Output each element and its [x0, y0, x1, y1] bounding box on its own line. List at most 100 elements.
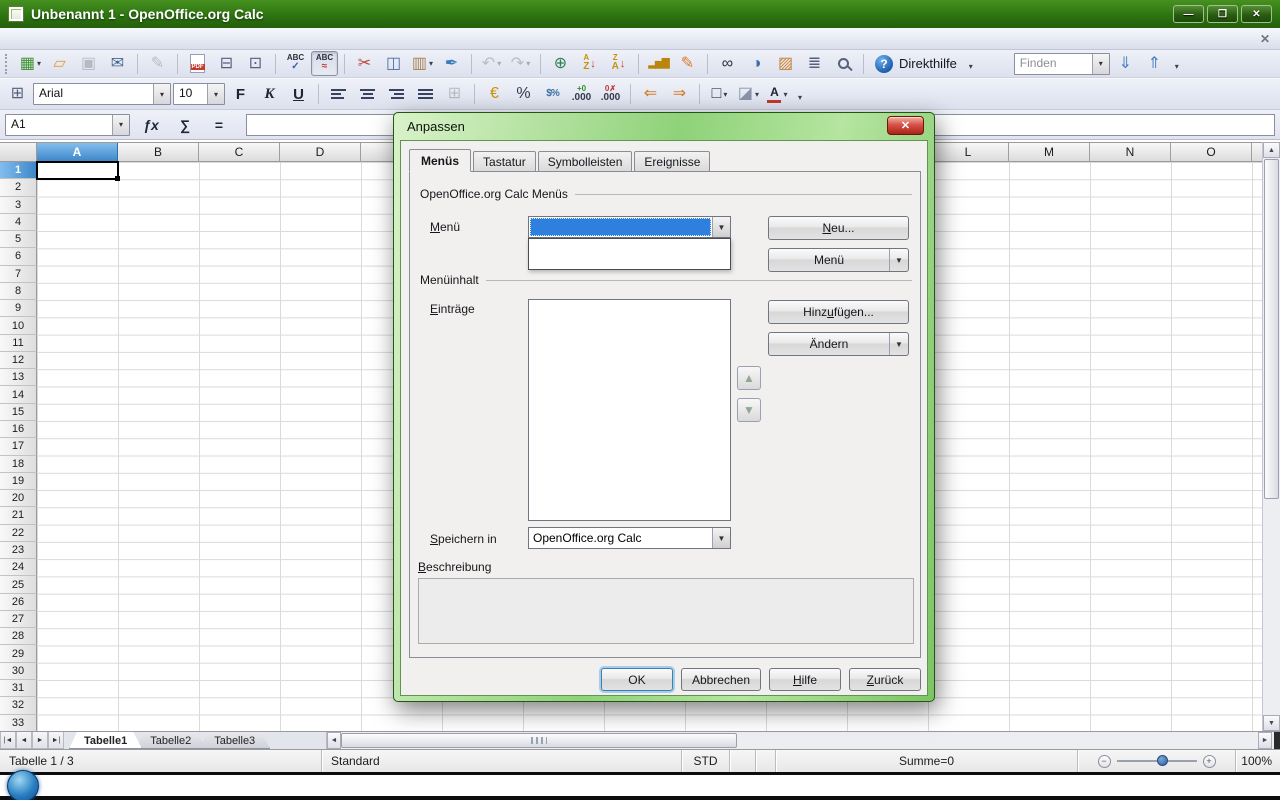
find-input[interactable]: Finden▾	[1014, 53, 1110, 75]
export-pdf-button[interactable]: PDF	[184, 51, 211, 76]
equals-button[interactable]: =	[206, 117, 232, 133]
paste-button[interactable]: ▥▾	[409, 51, 436, 76]
row-header-22[interactable]: 22	[0, 525, 37, 542]
restore-button[interactable]: ❐	[1207, 5, 1238, 23]
first-sheet-button[interactable]: |◄	[0, 732, 16, 749]
delete-decimal-button[interactable]: 0✗.000	[597, 82, 624, 107]
underline-button[interactable]: U	[285, 82, 312, 107]
currency-format-button[interactable]: €	[481, 82, 508, 107]
help-dropdown-button[interactable]: ▾	[964, 52, 978, 75]
horizontal-scrollbar[interactable]: ◄ ►	[326, 732, 1280, 749]
font-size-combo-dropdown-icon[interactable]: ▾	[207, 84, 224, 104]
font-color-button[interactable]: A▾	[764, 82, 791, 107]
row-header-13[interactable]: 13	[0, 369, 37, 386]
row-header-32[interactable]: 32	[0, 697, 37, 714]
scroll-right-icon[interactable]: ►	[1258, 732, 1272, 749]
align-right-button[interactable]	[383, 82, 410, 107]
save-in-combobox[interactable]: OpenOffice.org Calc ▼	[528, 527, 731, 549]
page-style[interactable]: Standard	[322, 750, 682, 772]
menu-actions-button[interactable]: Menü ▼	[768, 248, 909, 272]
row-header-8[interactable]: 8	[0, 283, 37, 300]
italic-button[interactable]: K	[256, 82, 283, 107]
dialog-tab-symbolleisten[interactable]: Symbolleisten	[538, 151, 633, 172]
row-header-27[interactable]: 27	[0, 611, 37, 628]
standard-format-button[interactable]: $%	[539, 82, 566, 107]
row-header-25[interactable]: 25	[0, 576, 37, 593]
modify-dropdown-icon[interactable]: ▼	[889, 333, 908, 355]
close-document-icon[interactable]: ✕	[1260, 32, 1270, 46]
menu-combobox[interactable]: ▼	[528, 216, 731, 238]
sort-ascending-button[interactable]: AZ↓	[576, 51, 603, 76]
new-document-button[interactable]: ▦▾	[17, 51, 44, 76]
scroll-left-icon[interactable]: ◄	[327, 732, 341, 749]
next-sheet-button[interactable]: ►	[32, 732, 48, 749]
decrease-indent-button[interactable]: ⇐	[637, 82, 664, 107]
draw-functions-button[interactable]: ✎	[674, 51, 701, 76]
new-menu-button[interactable]: Neu...	[768, 216, 909, 240]
row-header-12[interactable]: 12	[0, 352, 37, 369]
row-header-23[interactable]: 23	[0, 542, 37, 559]
row-header-9[interactable]: 9	[0, 300, 37, 317]
row-header-4[interactable]: 4	[0, 214, 37, 231]
email-button[interactable]: ✉	[104, 51, 131, 76]
start-button[interactable]	[7, 770, 39, 800]
zoom-in-icon[interactable]: +	[1203, 755, 1216, 768]
help-dialog-button[interactable]: Hilfe	[769, 668, 841, 691]
name-box[interactable]: A1 ▾	[5, 114, 130, 136]
bold-button[interactable]: F	[227, 82, 254, 107]
insert-chart-button[interactable]: ▂▅▇	[645, 51, 672, 76]
scroll-up-icon[interactable]: ▲	[1263, 142, 1280, 158]
menu-combobox-dropdown-icon[interactable]: ▼	[712, 217, 730, 237]
add-button[interactable]: Hinzufügen...	[768, 300, 909, 324]
modify-button[interactable]: Ändern ▼	[768, 332, 909, 356]
entries-listbox[interactable]	[528, 299, 731, 521]
navigator-button[interactable]: ◑	[743, 51, 770, 76]
autospellcheck-button[interactable]: ABC≈	[311, 51, 338, 76]
font-name-combo-dropdown-icon[interactable]: ▾	[153, 84, 170, 104]
dialog-tab-menüs[interactable]: Menüs	[409, 149, 471, 172]
zoom-button[interactable]	[830, 51, 857, 76]
standard-toolbar-grip[interactable]	[5, 54, 11, 74]
row-header-21[interactable]: 21	[0, 507, 37, 524]
column-header-L[interactable]: L	[928, 143, 1009, 162]
find-toolbar-overflow-button[interactable]: ▾	[1170, 52, 1184, 75]
pane-splitter-handle[interactable]	[1274, 732, 1280, 749]
scroll-down-icon[interactable]: ▼	[1263, 715, 1280, 731]
styles-window-button[interactable]: ⊞	[4, 82, 31, 107]
row-header-30[interactable]: 30	[0, 663, 37, 680]
row-header-2[interactable]: 2	[0, 179, 37, 196]
close-button[interactable]: ✕	[1241, 5, 1272, 23]
column-header-C[interactable]: C	[199, 143, 280, 162]
row-header-28[interactable]: 28	[0, 628, 37, 645]
sum-button[interactable]: ∑	[172, 117, 198, 133]
row-header-29[interactable]: 29	[0, 645, 37, 662]
row-header-17[interactable]: 17	[0, 438, 37, 455]
column-header-M[interactable]: M	[1009, 143, 1090, 162]
align-justify-button[interactable]	[412, 82, 439, 107]
row-header-18[interactable]: 18	[0, 456, 37, 473]
column-header-B[interactable]: B	[118, 143, 199, 162]
formatting-toolbar-overflow-button[interactable]: ▾	[793, 83, 807, 106]
function-wizard-button[interactable]: ƒx	[138, 117, 164, 133]
column-header-P[interactable]: P	[1252, 143, 1262, 162]
row-header-3[interactable]: 3	[0, 197, 37, 214]
row-header-16[interactable]: 16	[0, 421, 37, 438]
gallery-button[interactable]: ▨	[772, 51, 799, 76]
align-left-button[interactable]	[325, 82, 352, 107]
last-sheet-button[interactable]: ►|	[48, 732, 64, 749]
row-header-5[interactable]: 5	[0, 231, 37, 248]
add-decimal-button[interactable]: +0.000	[568, 82, 595, 107]
row-header-6[interactable]: 6	[0, 248, 37, 265]
select-all-corner[interactable]	[0, 143, 37, 162]
column-header-D[interactable]: D	[280, 143, 361, 162]
row-header-7[interactable]: 7	[0, 266, 37, 283]
copy-button[interactable]: ◫	[380, 51, 407, 76]
move-up-button[interactable]: ▲	[737, 366, 761, 390]
dialog-close-button[interactable]: ✕	[887, 116, 924, 135]
vertical-scrollbar[interactable]: ▲ ▼	[1262, 142, 1280, 731]
background-color-button[interactable]: ◪▾	[735, 82, 762, 107]
find-next-button[interactable]: ⇓	[1112, 51, 1139, 76]
row-header-20[interactable]: 20	[0, 490, 37, 507]
sheet-tab-tabelle3[interactable]: Tabelle3	[199, 732, 270, 749]
dialog-tab-ereignisse[interactable]: Ereignisse	[634, 151, 710, 172]
